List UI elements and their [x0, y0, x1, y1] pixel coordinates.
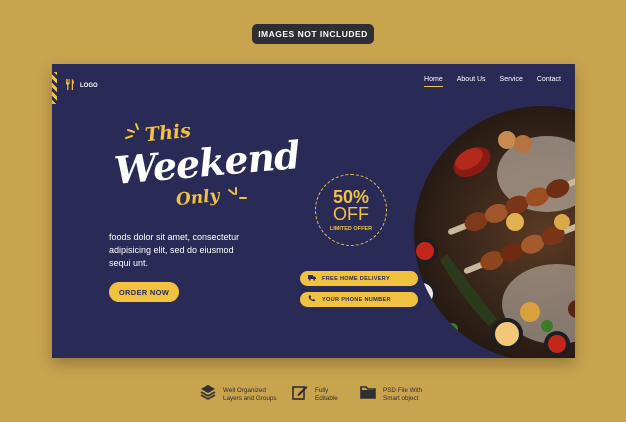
folder-icon — [360, 384, 376, 405]
sparkle-decor-left — [125, 123, 139, 139]
feature-psd-line-2: Smart object — [383, 394, 419, 402]
website-mockup: LOGO Home About Us Service Contact This … — [52, 64, 575, 358]
free-delivery-pill[interactable]: FREE HOME DELIVERY — [300, 271, 418, 286]
hero-title-only: Only — [175, 185, 221, 211]
offer-off: OFF — [333, 203, 369, 224]
feature-editable-line-1: Fully — [315, 386, 329, 394]
hero-desc-line-1: foods dolor sit amet, consectetur — [109, 232, 240, 242]
feature-layers-line-2: Layers and Groups — [223, 394, 277, 402]
feature-layers-line-1: Well Organized — [223, 386, 266, 394]
offer-percent: 50% — [332, 186, 370, 207]
feature-editable: Fully Editable — [292, 384, 338, 405]
sparkle-decor-right — [228, 187, 247, 199]
main-nav: Home About Us Service Contact — [410, 76, 561, 87]
feature-psd: PSD File With Smart object — [360, 384, 422, 405]
phone-icon — [308, 295, 316, 304]
truck-icon — [308, 274, 316, 283]
phone-number-pill[interactable]: YOUR PHONE NUMBER — [300, 292, 418, 307]
images-not-included-badge: IMAGES NOT INCLUDED — [252, 24, 374, 44]
logo-text: LOGO — [80, 82, 98, 89]
feature-layers: Well Organized Layers and Groups — [200, 384, 277, 405]
edit-icon — [292, 384, 308, 405]
offer-label: LIMITED OFFER — [329, 225, 373, 232]
logo[interactable]: LOGO — [65, 79, 98, 92]
free-delivery-text: FREE HOME DELIVERY — [322, 275, 390, 282]
phone-number-text: YOUR PHONE NUMBER — [322, 296, 391, 303]
hero-description: foods dolor sit amet, consectetur adipis… — [109, 231, 269, 270]
layers-icon — [200, 384, 216, 405]
food-plate-image — [414, 106, 575, 358]
fork-knife-icon — [65, 79, 75, 92]
hero-desc-line-2: adipisicing elit, sed do eiusmod — [109, 245, 234, 255]
nav-about-us[interactable]: About Us — [457, 76, 486, 87]
hero-desc-line-3: sequi unt. — [109, 258, 149, 268]
decor-stripe-top — [52, 72, 57, 104]
features-bar: Well Organized Layers and Groups Fully E… — [0, 384, 626, 408]
feature-psd-line-1: PSD File With — [383, 386, 423, 394]
nav-service[interactable]: Service — [500, 76, 523, 87]
nav-home[interactable]: Home — [424, 76, 443, 87]
hero-title-weekend: Weekend — [112, 131, 302, 194]
offer-badge: 50% OFF LIMITED OFFER — [315, 174, 387, 246]
nav-contact[interactable]: Contact — [537, 76, 561, 87]
order-now-button[interactable]: ORDER NOW — [109, 282, 179, 302]
feature-editable-line-2: Editable — [315, 394, 338, 402]
